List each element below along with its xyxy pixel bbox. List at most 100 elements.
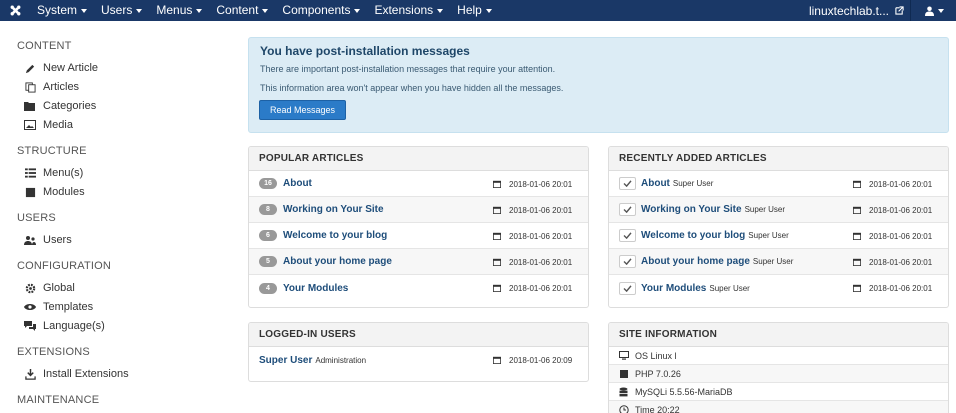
article-link[interactable]: Working on Your Site [641, 204, 742, 215]
chevron-down-icon [262, 8, 269, 13]
clock-icon [619, 404, 631, 413]
article-link[interactable]: About [283, 178, 312, 189]
calendar-icon [853, 180, 861, 188]
read-messages-button[interactable]: Read Messages [259, 100, 346, 120]
article-author: Super User [748, 231, 789, 240]
hits-badge: 6 [259, 230, 277, 241]
calendar-icon [493, 284, 501, 292]
user-area: Administration [315, 355, 367, 365]
list-item: 8 Working on Your Site 2018-01-06 20:01 [249, 197, 588, 223]
list-item: Your Modules Super User 2018-01-06 20:01 [609, 275, 948, 301]
article-date: 2018-01-06 20:01 [869, 205, 933, 215]
eye-icon [23, 300, 37, 314]
sidebar-item-menus[interactable]: Menu(s) [23, 165, 83, 181]
sidebar-item-modules[interactable]: Modules [23, 184, 85, 200]
php-info: PHP 7.0.26 [635, 368, 681, 379]
published-check-icon[interactable] [619, 255, 636, 268]
published-check-icon[interactable] [619, 177, 636, 190]
user-icon [925, 6, 934, 16]
published-check-icon[interactable] [619, 203, 636, 216]
published-check-icon[interactable] [619, 281, 636, 295]
sidebar-item-install-extensions[interactable]: Install Extensions [23, 366, 129, 382]
post-install-alert: You have post-installation messages Ther… [248, 37, 949, 133]
sidebar-item-articles[interactable]: Articles [23, 79, 79, 95]
calendar-icon [853, 232, 861, 240]
chevron-down-icon [437, 8, 444, 13]
menu-system[interactable]: System [30, 0, 94, 21]
sidebar-heading-extensions: EXTENSIONS [17, 346, 90, 358]
sidebar-item-new-article[interactable]: New Article [23, 60, 98, 76]
image-icon [23, 118, 37, 132]
article-author: Super User [744, 205, 786, 214]
menu-components[interactable]: Components [275, 0, 367, 21]
hits-badge: 4 [259, 282, 277, 294]
os-info: OS Linux l [635, 350, 677, 361]
chevron-down-icon [196, 8, 203, 13]
published-check-icon[interactable] [619, 229, 636, 242]
hits-badge: 5 [259, 256, 277, 267]
list-item: 5 About your home page 2018-01-06 20:01 [249, 249, 588, 275]
alert-title: You have post-installation messages [260, 44, 470, 58]
article-link[interactable]: Your Modules [283, 283, 348, 294]
database-icon [619, 387, 631, 397]
recent-articles-panel: RECENTLY ADDED ARTICLES About Super User… [608, 146, 949, 308]
database-info: MySQLi 5.5.56-MariaDB [635, 386, 733, 397]
list-item: MySQLi 5.5.56-MariaDB [609, 383, 948, 401]
sidebar-item-templates[interactable]: Templates [23, 299, 93, 315]
article-author: Super User [672, 179, 714, 188]
sidebar-item-languages[interactable]: Language(s) [23, 318, 105, 334]
user-link[interactable]: Super User [259, 355, 312, 366]
calendar-icon [493, 180, 501, 188]
sidebar-item-users[interactable]: Users [23, 232, 72, 248]
list-item: Welcome to your blog Super User 2018-01-… [609, 223, 948, 249]
chevron-down-icon [81, 8, 88, 13]
sidebar-heading-maintenance: MAINTENANCE [17, 394, 100, 406]
download-icon [23, 367, 37, 381]
calendar-icon [493, 258, 501, 266]
menu-extensions[interactable]: Extensions [367, 0, 450, 21]
alert-text-line2: This information area won't appear when … [260, 83, 564, 93]
menu-users[interactable]: Users [94, 0, 149, 21]
article-link[interactable]: Welcome to your blog [283, 230, 387, 241]
comments-icon [23, 319, 37, 333]
menu-content[interactable]: Content [209, 0, 275, 21]
chevron-down-icon [485, 8, 492, 13]
calendar-icon [853, 284, 861, 292]
sidebar-item-categories[interactable]: Categories [23, 98, 96, 114]
list-item: About Super User 2018-01-06 20:01 [609, 171, 948, 197]
site-link[interactable]: linuxtechlab.t... [803, 0, 910, 21]
panel-title: POPULAR ARTICLES [249, 147, 588, 171]
article-link[interactable]: Working on Your Site [283, 204, 384, 215]
site-information-panel: SITE INFORMATION OS Linux l PHP 7.0.26 M… [608, 322, 949, 413]
user-menu[interactable] [910, 0, 956, 21]
menu-help[interactable]: Help [450, 0, 499, 21]
site-name: linuxtechlab.t... [808, 3, 889, 18]
article-link[interactable]: Welcome to your blog [641, 230, 745, 241]
article-author: Super User [752, 257, 794, 266]
article-link[interactable]: About your home page [641, 256, 750, 267]
article-link[interactable]: About your home page [283, 256, 392, 267]
joomla-logo-icon[interactable] [0, 0, 30, 21]
users-icon [23, 233, 37, 247]
article-link[interactable]: Your Modules [641, 283, 706, 294]
sidebar-item-global[interactable]: Global [23, 280, 75, 296]
calendar-icon [853, 258, 861, 266]
panel-title: SITE INFORMATION [609, 323, 948, 347]
login-date: 2018-01-06 20:09 [509, 355, 573, 365]
list-item: Time 20:22 [609, 401, 948, 413]
article-date: 2018-01-06 20:01 [509, 205, 573, 215]
menu-menus[interactable]: Menus [149, 0, 209, 21]
chevron-down-icon [136, 8, 143, 13]
chevron-down-icon [354, 8, 361, 13]
sidebar-item-media[interactable]: Media [23, 117, 73, 133]
top-navbar: System Users Menus Content Components Ex… [0, 0, 956, 21]
popular-articles-panel: POPULAR ARTICLES 16 About 2018-01-06 20:… [248, 146, 589, 308]
alert-text-line1: There are important post-installation me… [260, 64, 556, 74]
article-date: 2018-01-06 20:01 [869, 179, 933, 189]
sidebar-heading-users: USERS [17, 212, 56, 224]
article-date: 2018-01-06 20:01 [869, 283, 933, 293]
article-date: 2018-01-06 20:01 [869, 231, 933, 241]
list-item: 6 Welcome to your blog 2018-01-06 20:01 [249, 223, 588, 249]
list-item: Working on Your Site Super User 2018-01-… [609, 197, 948, 223]
article-link[interactable]: About [641, 178, 670, 189]
